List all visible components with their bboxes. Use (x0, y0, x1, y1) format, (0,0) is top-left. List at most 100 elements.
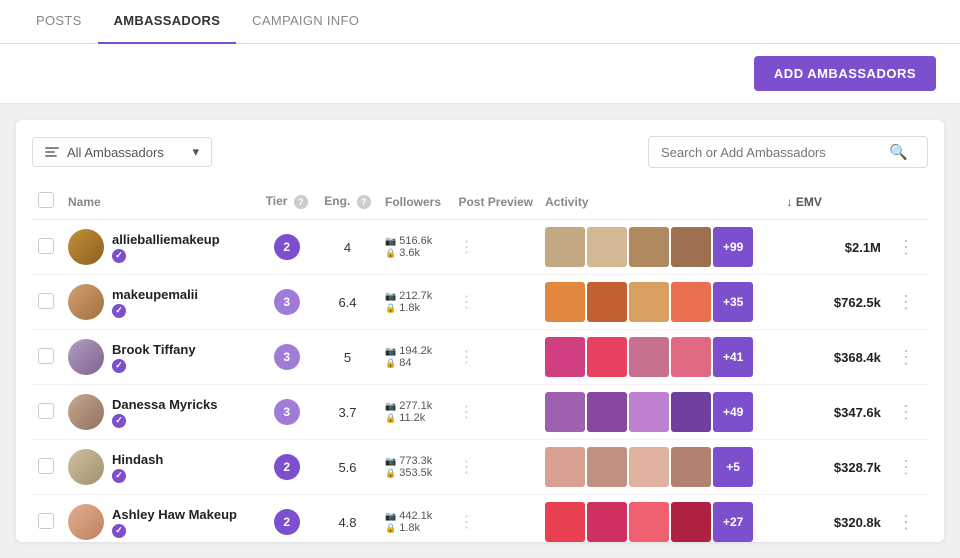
row-checkbox[interactable] (38, 348, 54, 364)
col-tier: Tier ? (258, 184, 316, 220)
row-tier-cell: 2 (258, 440, 316, 495)
col-checkbox (32, 184, 62, 220)
verified-check-icon (112, 414, 126, 428)
row-name-cell: makeupemalii (62, 275, 258, 330)
row-eng-cell: 5 (316, 330, 379, 385)
name-verified-group: Brook Tiffany (112, 342, 196, 373)
verified-badge (112, 304, 198, 318)
followers-main-row: 📷 773.3k (385, 455, 446, 467)
eng-help-icon: ? (357, 195, 371, 209)
row-dots-cell: ⋮ (452, 275, 539, 330)
row-name-cell: Ashley Haw Makeup (62, 495, 258, 543)
row-checkbox[interactable] (38, 458, 54, 474)
followers-sub-value: 353.5k (399, 467, 432, 479)
row-tier-cell: 2 (258, 220, 316, 275)
row-followers-cell: 📷 442.1k 🔒 1.8k (379, 495, 452, 543)
tier-help-icon: ? (294, 195, 308, 209)
row-more-dots[interactable]: ⋮ (458, 459, 474, 476)
row-name-cell: Hindash (62, 440, 258, 495)
row-preview-cell: +5 (539, 440, 777, 495)
filter-label: All Ambassadors (67, 145, 164, 160)
followers-main-value: 516.6k (399, 235, 432, 247)
followers-main-row: 📷 277.1k (385, 400, 446, 412)
col-post-preview: Post Preview (452, 184, 539, 220)
col-followers: Followers (379, 184, 452, 220)
row-checkbox[interactable] (38, 238, 54, 254)
followers-sub-row: 🔒 353.5k (385, 467, 446, 479)
col-actions (828, 184, 887, 220)
row-eng-cell: 5.6 (316, 440, 379, 495)
row-actions-cell: ⋮ (887, 275, 928, 330)
preview-thumb (587, 282, 627, 322)
row-more-dots[interactable]: ⋮ (458, 404, 474, 421)
table-row: Brook Tiffany 3 5 📷 194.2k 🔒 84 ⋮ (32, 330, 928, 385)
row-more-dots[interactable]: ⋮ (458, 349, 474, 366)
nav-item-campaign-info[interactable]: CAMPAIGN INFO (236, 0, 375, 44)
verified-badge (112, 524, 237, 538)
ambassador-name: Hindash (112, 452, 163, 467)
row-actions-dots[interactable]: ⋮ (893, 402, 919, 422)
preview-thumb (545, 392, 585, 432)
row-followers-cell: 📷 212.7k 🔒 1.8k (379, 275, 452, 330)
verified-badge (112, 249, 220, 263)
followers-sub-row: 🔒 3.6k (385, 247, 446, 259)
row-actions-dots[interactable]: ⋮ (893, 512, 919, 532)
row-checkbox[interactable] (38, 403, 54, 419)
row-actions-dots[interactable]: ⋮ (893, 292, 919, 312)
row-actions-dots[interactable]: ⋮ (893, 347, 919, 367)
preview-thumb (671, 337, 711, 377)
row-preview-cell: +27 (539, 495, 777, 543)
row-eng-cell: 6.4 (316, 275, 379, 330)
row-more-dots[interactable]: ⋮ (458, 239, 474, 256)
row-emv-cell: $347.6k (828, 385, 887, 440)
row-eng-cell: 4 (316, 220, 379, 275)
preview-thumb (671, 282, 711, 322)
row-preview-cell: +41 (539, 330, 777, 385)
row-checkbox-cell (32, 330, 62, 385)
preview-thumb (671, 502, 711, 542)
row-actions-dots[interactable]: ⋮ (893, 457, 919, 477)
followers-sub-icon: 🔒 (385, 303, 396, 314)
verified-check-icon (112, 524, 126, 538)
ambassador-name: allieballiemakeup (112, 232, 220, 247)
ambassador-name: Danessa Myricks (112, 397, 218, 412)
filter-dropdown[interactable]: All Ambassadors ▾ (32, 137, 212, 167)
row-emv-cell: $368.4k (828, 330, 887, 385)
preview-thumb (545, 502, 585, 542)
followers-main-value: 773.3k (399, 455, 432, 467)
followers-sub-value: 3.6k (399, 247, 420, 259)
preview-thumb (545, 447, 585, 487)
row-dots-cell: ⋮ (452, 495, 539, 543)
verified-check-icon (112, 359, 126, 373)
ambassador-name: Ashley Haw Makeup (112, 507, 237, 522)
row-more-dots[interactable]: ⋮ (458, 514, 474, 531)
preview-thumb (587, 337, 627, 377)
name-verified-group: Danessa Myricks (112, 397, 218, 428)
row-preview-cell: +99 (539, 220, 777, 275)
row-followers-cell: 📷 516.6k 🔒 3.6k (379, 220, 452, 275)
row-actions-dots[interactable]: ⋮ (893, 237, 919, 257)
header-checkbox[interactable] (38, 192, 54, 208)
avatar (68, 339, 104, 375)
tier-badge: 2 (274, 454, 300, 480)
filter-search-row: All Ambassadors ▾ 🔍 (32, 136, 928, 168)
row-checkbox-cell (32, 275, 62, 330)
add-ambassadors-button[interactable]: ADD AMBASSADORS (754, 56, 936, 91)
row-checkbox[interactable] (38, 513, 54, 529)
name-verified-group: makeupemalii (112, 287, 198, 318)
preview-thumb (545, 337, 585, 377)
preview-thumb (671, 392, 711, 432)
preview-thumb (587, 502, 627, 542)
followers-main-row: 📷 442.1k (385, 510, 446, 522)
nav-item-posts[interactable]: POSTS (20, 0, 98, 44)
row-checkbox-cell (32, 385, 62, 440)
search-input[interactable] (661, 145, 881, 160)
post-preview-group: +41 (545, 337, 771, 377)
ambassadors-table: Name Tier ? Eng. ? Followers Post Previe… (32, 184, 928, 542)
row-tier-cell: 3 (258, 330, 316, 385)
row-more-dots[interactable]: ⋮ (458, 294, 474, 311)
row-activity-cell (777, 220, 828, 275)
nav-item-ambassadors[interactable]: AMBASSADORS (98, 0, 237, 44)
row-checkbox[interactable] (38, 293, 54, 309)
post-preview-group: +49 (545, 392, 771, 432)
